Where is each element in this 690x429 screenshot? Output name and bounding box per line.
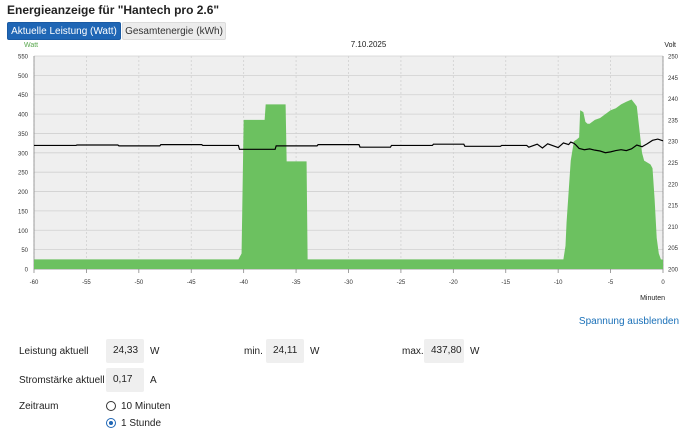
y-right-tick-label: 230 [668,140,679,146]
option-10-minuten-label: 10 Minuten [121,401,171,412]
y-right-tick-label: 225 [668,161,679,167]
y-right-tick-label: 215 [668,204,679,210]
leistung-value: 24,33 [106,339,144,363]
option-1-stunde-label: 1 Stunde [121,418,162,429]
y-left-tick-label: 300 [18,151,29,157]
max-unit: W [470,346,480,357]
y-left-axis-label: Watt [24,42,38,49]
y-right-tick-label: 250 [668,55,679,61]
y-right-tick-label: 245 [668,76,679,82]
min-unit: W [310,346,320,357]
y-left-tick-label: 250 [18,171,29,177]
y-left-tick-label: 450 [18,93,29,99]
y-right-axis-label: Volt [664,42,676,49]
chart-title: 7.10.2025 [351,40,387,49]
x-tick-label: -30 [344,280,353,286]
y-right-tick-label: 205 [668,246,679,252]
max-value: 437,80 [424,339,464,363]
power-chart: 0 50 100 150 200 250 300 350 400 450 500 550 200 205 2… [0,36,690,304]
x-tick-label: -55 [82,280,91,286]
leistung-unit: W [150,346,160,357]
x-tick-label: -60 [30,280,39,286]
y-right-tick-label: 210 [668,225,679,231]
x-tick-label: -45 [187,280,196,286]
strom-value: 0,17 [106,368,144,392]
x-tick-label: -20 [449,280,458,286]
x-tick-label: -35 [292,280,301,286]
radio-10-minuten[interactable] [106,401,116,411]
x-tick-label: -40 [239,280,248,286]
zeitraum-label: Zeitraum [19,401,59,412]
y-left-tick-label: 350 [18,132,29,138]
power-chart-svg: 0 50 100 150 200 250 300 350 400 450 500 550 200 205 2… [18,40,679,302]
radio-1-stunde[interactable] [106,418,116,428]
x-axis-label: Minuten [640,295,665,302]
y-left-tick-label: 500 [18,74,29,80]
y-left-tick-label: 50 [21,248,28,254]
y-left-tick-label: 100 [18,229,29,235]
strom-unit: A [150,375,157,386]
y-left-tick-label: 550 [18,55,29,61]
leistung-label: Leistung aktuell [19,346,89,357]
max-label: max. [402,346,424,357]
spannung-ausblenden-link[interactable]: Spannung ausblenden [579,316,679,327]
x-tick-label: -5 [608,280,614,286]
y-right-tick-label: 220 [668,182,679,188]
x-tick-label: -15 [501,280,510,286]
y-right-tick-label: 200 [668,268,679,274]
y-right-tick-label: 235 [668,118,679,124]
x-tick-label: -25 [397,280,406,286]
y-left-tick-label: 0 [25,268,29,274]
y-left-tick-label: 400 [18,113,29,119]
min-value: 24,11 [266,339,304,363]
x-tick-label: 0 [661,280,665,286]
y-right-tick-label: 240 [668,97,679,103]
min-label: min. [244,346,263,357]
x-tick-label: -10 [554,280,563,286]
x-tick-label: -50 [134,280,143,286]
y-left-tick-label: 200 [18,190,29,196]
page-title: Energieanzeige für "Hantech pro 2.6" [7,3,220,17]
strom-label: Stromstärke aktuell [19,375,105,386]
y-left-tick-label: 150 [18,209,29,215]
